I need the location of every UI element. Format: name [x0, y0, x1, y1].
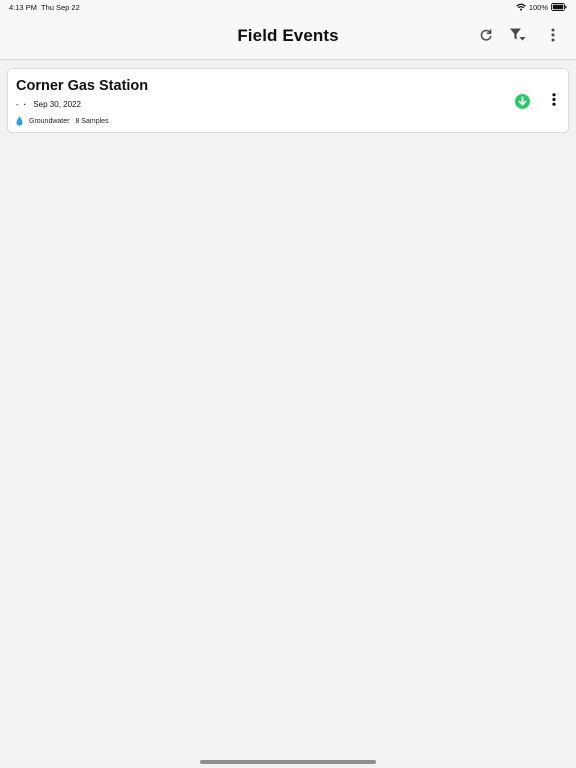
battery-percentage: 100% — [528, 2, 548, 12]
wifi-icon — [516, 0, 526, 16]
more-options-button[interactable] — [542, 26, 564, 48]
more-vertical-icon — [551, 28, 555, 47]
refresh-button[interactable] — [475, 26, 497, 48]
home-indicator[interactable] — [200, 760, 376, 764]
event-media: Groundwater — [29, 117, 70, 125]
event-prefix: - — [16, 100, 19, 109]
filter-icon — [509, 27, 527, 48]
event-sample-count: 8 Samples — [75, 117, 109, 125]
more-vertical-icon — [552, 92, 556, 111]
event-date: Sep 30, 2022 — [33, 100, 81, 109]
navigation-bar: 4:13 PM Thu Sep 22 100% Field Events — [0, 0, 576, 60]
event-meta: - · Sep 30, 2022 — [16, 100, 81, 109]
status-date: Thu Sep 22 — [41, 3, 80, 12]
status-indicators: 100% — [516, 2, 567, 12]
event-card[interactable]: Corner Gas Station - · Sep 30, 2022 Grou… — [7, 68, 569, 133]
meta-separator-dot: · — [23, 100, 27, 109]
event-title: Corner Gas Station — [16, 78, 149, 94]
battery-icon — [551, 0, 567, 16]
refresh-icon — [479, 28, 493, 47]
filter-button[interactable] — [507, 26, 529, 48]
status-time: 4:13 PM — [9, 3, 37, 12]
event-options-button[interactable] — [547, 92, 561, 111]
water-drop-icon — [16, 116, 23, 126]
download-icon — [515, 94, 530, 113]
event-tags: Groundwater 8 Samples — [16, 116, 109, 126]
download-button[interactable] — [515, 94, 530, 109]
